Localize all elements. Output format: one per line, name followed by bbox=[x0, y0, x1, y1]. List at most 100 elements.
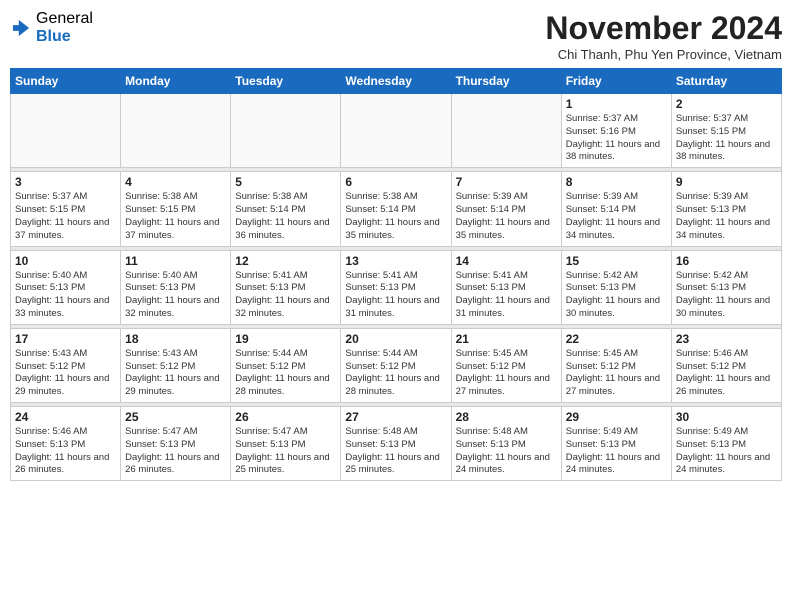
day-info: Sunrise: 5:39 AM Sunset: 5:14 PM Dayligh… bbox=[456, 191, 557, 242]
day-number: 15 bbox=[566, 254, 667, 268]
day-number: 19 bbox=[235, 332, 336, 346]
day-info: Sunrise: 5:48 AM Sunset: 5:13 PM Dayligh… bbox=[345, 426, 446, 477]
calendar-cell: 10Sunrise: 5:40 AM Sunset: 5:13 PM Dayli… bbox=[11, 250, 121, 324]
day-number: 22 bbox=[566, 332, 667, 346]
weekday-header-friday: Friday bbox=[561, 69, 671, 94]
day-number: 13 bbox=[345, 254, 446, 268]
logo-icon bbox=[10, 17, 32, 39]
day-number: 27 bbox=[345, 410, 446, 424]
calendar-cell: 14 Sunrise: 5:41 AM Sunset: 5:13 PM Dayli… bbox=[451, 250, 561, 324]
day-number: 18 bbox=[125, 332, 226, 346]
calendar-cell: 27 Sunrise: 5:48 AM Sunset: 5:13 PM Dayli… bbox=[341, 407, 451, 481]
calendar-table: SundayMondayTuesdayWednesdayThursdayFrid… bbox=[10, 68, 782, 481]
weekday-header-saturday: Saturday bbox=[671, 69, 781, 94]
day-number: 14 bbox=[456, 254, 557, 268]
month-title: November 2024 bbox=[545, 10, 782, 47]
day-info: Sunrise: 5:39 AM Sunset: 5:14 PM Dayligh… bbox=[566, 191, 667, 242]
day-info: Sunrise: 5:49 AM Sunset: 5:13 PM Dayligh… bbox=[566, 426, 667, 477]
day-number: 11 bbox=[125, 254, 226, 268]
day-info: Sunrise: 5:41 AM Sunset: 5:13 PM Dayligh… bbox=[235, 270, 336, 321]
calendar-cell: 22 Sunrise: 5:45 AM Sunset: 5:12 PM Dayli… bbox=[561, 328, 671, 402]
title-block: November 2024 Chi Thanh, Phu Yen Provinc… bbox=[545, 10, 782, 62]
day-number: 8 bbox=[566, 175, 667, 189]
day-info: Sunrise: 5:42 AM Sunset: 5:13 PM Dayligh… bbox=[676, 270, 777, 321]
calendar-cell: 18 Sunrise: 5:43 AM Sunset: 5:12 PM Dayli… bbox=[121, 328, 231, 402]
day-info: Sunrise: 5:42 AM Sunset: 5:13 PM Dayligh… bbox=[566, 270, 667, 321]
calendar-cell: 15 Sunrise: 5:42 AM Sunset: 5:13 PM Dayli… bbox=[561, 250, 671, 324]
logo-general: General bbox=[36, 10, 93, 28]
day-number: 29 bbox=[566, 410, 667, 424]
logo-blue: Blue bbox=[36, 28, 93, 46]
day-info: Sunrise: 5:46 AM Sunset: 5:12 PM Dayligh… bbox=[676, 348, 777, 399]
day-number: 6 bbox=[345, 175, 446, 189]
calendar-cell bbox=[11, 94, 121, 168]
calendar-cell bbox=[451, 94, 561, 168]
calendar-cell: 19 Sunrise: 5:44 AM Sunset: 5:12 PM Dayli… bbox=[231, 328, 341, 402]
calendar-cell: 3 Sunrise: 5:37 AM Sunset: 5:15 PM Daylig… bbox=[11, 172, 121, 246]
day-number: 23 bbox=[676, 332, 777, 346]
calendar-cell: 6 Sunrise: 5:38 AM Sunset: 5:14 PM Daylig… bbox=[341, 172, 451, 246]
day-number: 25 bbox=[125, 410, 226, 424]
calendar-cell: 24Sunrise: 5:46 AM Sunset: 5:13 PM Dayli… bbox=[11, 407, 121, 481]
day-info: Sunrise: 5:41 AM Sunset: 5:13 PM Dayligh… bbox=[456, 270, 557, 321]
day-info: Sunrise: 5:43 AM Sunset: 5:12 PM Dayligh… bbox=[125, 348, 226, 399]
calendar-cell: 9 Sunrise: 5:39 AM Sunset: 5:13 PM Daylig… bbox=[671, 172, 781, 246]
day-number: 4 bbox=[125, 175, 226, 189]
weekday-header-wednesday: Wednesday bbox=[341, 69, 451, 94]
day-number: 12 bbox=[235, 254, 336, 268]
calendar-cell: 21 Sunrise: 5:45 AM Sunset: 5:12 PM Dayli… bbox=[451, 328, 561, 402]
weekday-header-row: SundayMondayTuesdayWednesdayThursdayFrid… bbox=[11, 69, 782, 94]
calendar-cell: 16Sunrise: 5:42 AM Sunset: 5:13 PM Dayli… bbox=[671, 250, 781, 324]
calendar-cell: 11 Sunrise: 5:40 AM Sunset: 5:13 PM Dayli… bbox=[121, 250, 231, 324]
day-info: Sunrise: 5:43 AM Sunset: 5:12 PM Dayligh… bbox=[15, 348, 116, 399]
calendar-cell: 8 Sunrise: 5:39 AM Sunset: 5:14 PM Daylig… bbox=[561, 172, 671, 246]
calendar-cell: 13 Sunrise: 5:41 AM Sunset: 5:13 PM Dayli… bbox=[341, 250, 451, 324]
day-number: 3 bbox=[15, 175, 116, 189]
day-number: 21 bbox=[456, 332, 557, 346]
day-info: Sunrise: 5:38 AM Sunset: 5:14 PM Dayligh… bbox=[345, 191, 446, 242]
logo: General Blue bbox=[10, 10, 93, 45]
calendar-cell bbox=[341, 94, 451, 168]
day-info: Sunrise: 5:37 AM Sunset: 5:16 PM Dayligh… bbox=[566, 113, 667, 164]
day-info: Sunrise: 5:38 AM Sunset: 5:15 PM Dayligh… bbox=[125, 191, 226, 242]
page-header: General Blue November 2024 Chi Thanh, Ph… bbox=[10, 10, 782, 62]
day-info: Sunrise: 5:44 AM Sunset: 5:12 PM Dayligh… bbox=[345, 348, 446, 399]
day-info: Sunrise: 5:47 AM Sunset: 5:13 PM Dayligh… bbox=[125, 426, 226, 477]
day-info: Sunrise: 5:49 AM Sunset: 5:13 PM Dayligh… bbox=[676, 426, 777, 477]
day-number: 7 bbox=[456, 175, 557, 189]
calendar-cell: 12 Sunrise: 5:41 AM Sunset: 5:13 PM Dayli… bbox=[231, 250, 341, 324]
calendar-cell bbox=[231, 94, 341, 168]
day-info: Sunrise: 5:46 AM Sunset: 5:13 PM Dayligh… bbox=[15, 426, 116, 477]
day-info: Sunrise: 5:38 AM Sunset: 5:14 PM Dayligh… bbox=[235, 191, 336, 242]
day-info: Sunrise: 5:40 AM Sunset: 5:13 PM Dayligh… bbox=[15, 270, 116, 321]
calendar-cell: 17Sunrise: 5:43 AM Sunset: 5:12 PM Dayli… bbox=[11, 328, 121, 402]
day-info: Sunrise: 5:37 AM Sunset: 5:15 PM Dayligh… bbox=[15, 191, 116, 242]
calendar-cell: 28 Sunrise: 5:48 AM Sunset: 5:13 PM Dayli… bbox=[451, 407, 561, 481]
day-number: 2 bbox=[676, 97, 777, 111]
day-number: 28 bbox=[456, 410, 557, 424]
weekday-header-thursday: Thursday bbox=[451, 69, 561, 94]
day-info: Sunrise: 5:45 AM Sunset: 5:12 PM Dayligh… bbox=[566, 348, 667, 399]
day-number: 5 bbox=[235, 175, 336, 189]
day-number: 20 bbox=[345, 332, 446, 346]
calendar-cell: 4 Sunrise: 5:38 AM Sunset: 5:15 PM Daylig… bbox=[121, 172, 231, 246]
weekday-header-monday: Monday bbox=[121, 69, 231, 94]
day-info: Sunrise: 5:41 AM Sunset: 5:13 PM Dayligh… bbox=[345, 270, 446, 321]
day-info: Sunrise: 5:40 AM Sunset: 5:13 PM Dayligh… bbox=[125, 270, 226, 321]
day-info: Sunrise: 5:44 AM Sunset: 5:12 PM Dayligh… bbox=[235, 348, 336, 399]
day-info: Sunrise: 5:39 AM Sunset: 5:13 PM Dayligh… bbox=[676, 191, 777, 242]
day-info: Sunrise: 5:37 AM Sunset: 5:15 PM Dayligh… bbox=[676, 113, 777, 164]
calendar-cell: 20 Sunrise: 5:44 AM Sunset: 5:12 PM Dayli… bbox=[341, 328, 451, 402]
day-info: Sunrise: 5:48 AM Sunset: 5:13 PM Dayligh… bbox=[456, 426, 557, 477]
calendar-cell: 29 Sunrise: 5:49 AM Sunset: 5:13 PM Dayli… bbox=[561, 407, 671, 481]
calendar-cell bbox=[121, 94, 231, 168]
day-info: Sunrise: 5:45 AM Sunset: 5:12 PM Dayligh… bbox=[456, 348, 557, 399]
calendar-week-row: 24Sunrise: 5:46 AM Sunset: 5:13 PM Dayli… bbox=[11, 407, 782, 481]
weekday-header-sunday: Sunday bbox=[11, 69, 121, 94]
weekday-header-tuesday: Tuesday bbox=[231, 69, 341, 94]
calendar-cell: 25 Sunrise: 5:47 AM Sunset: 5:13 PM Dayli… bbox=[121, 407, 231, 481]
day-number: 9 bbox=[676, 175, 777, 189]
calendar-cell: 30 Sunrise: 5:49 AM Sunset: 5:13 PM Dayli… bbox=[671, 407, 781, 481]
calendar-cell: 26Sunrise: 5:47 AM Sunset: 5:13 PM Dayli… bbox=[231, 407, 341, 481]
day-number: 30 bbox=[676, 410, 777, 424]
